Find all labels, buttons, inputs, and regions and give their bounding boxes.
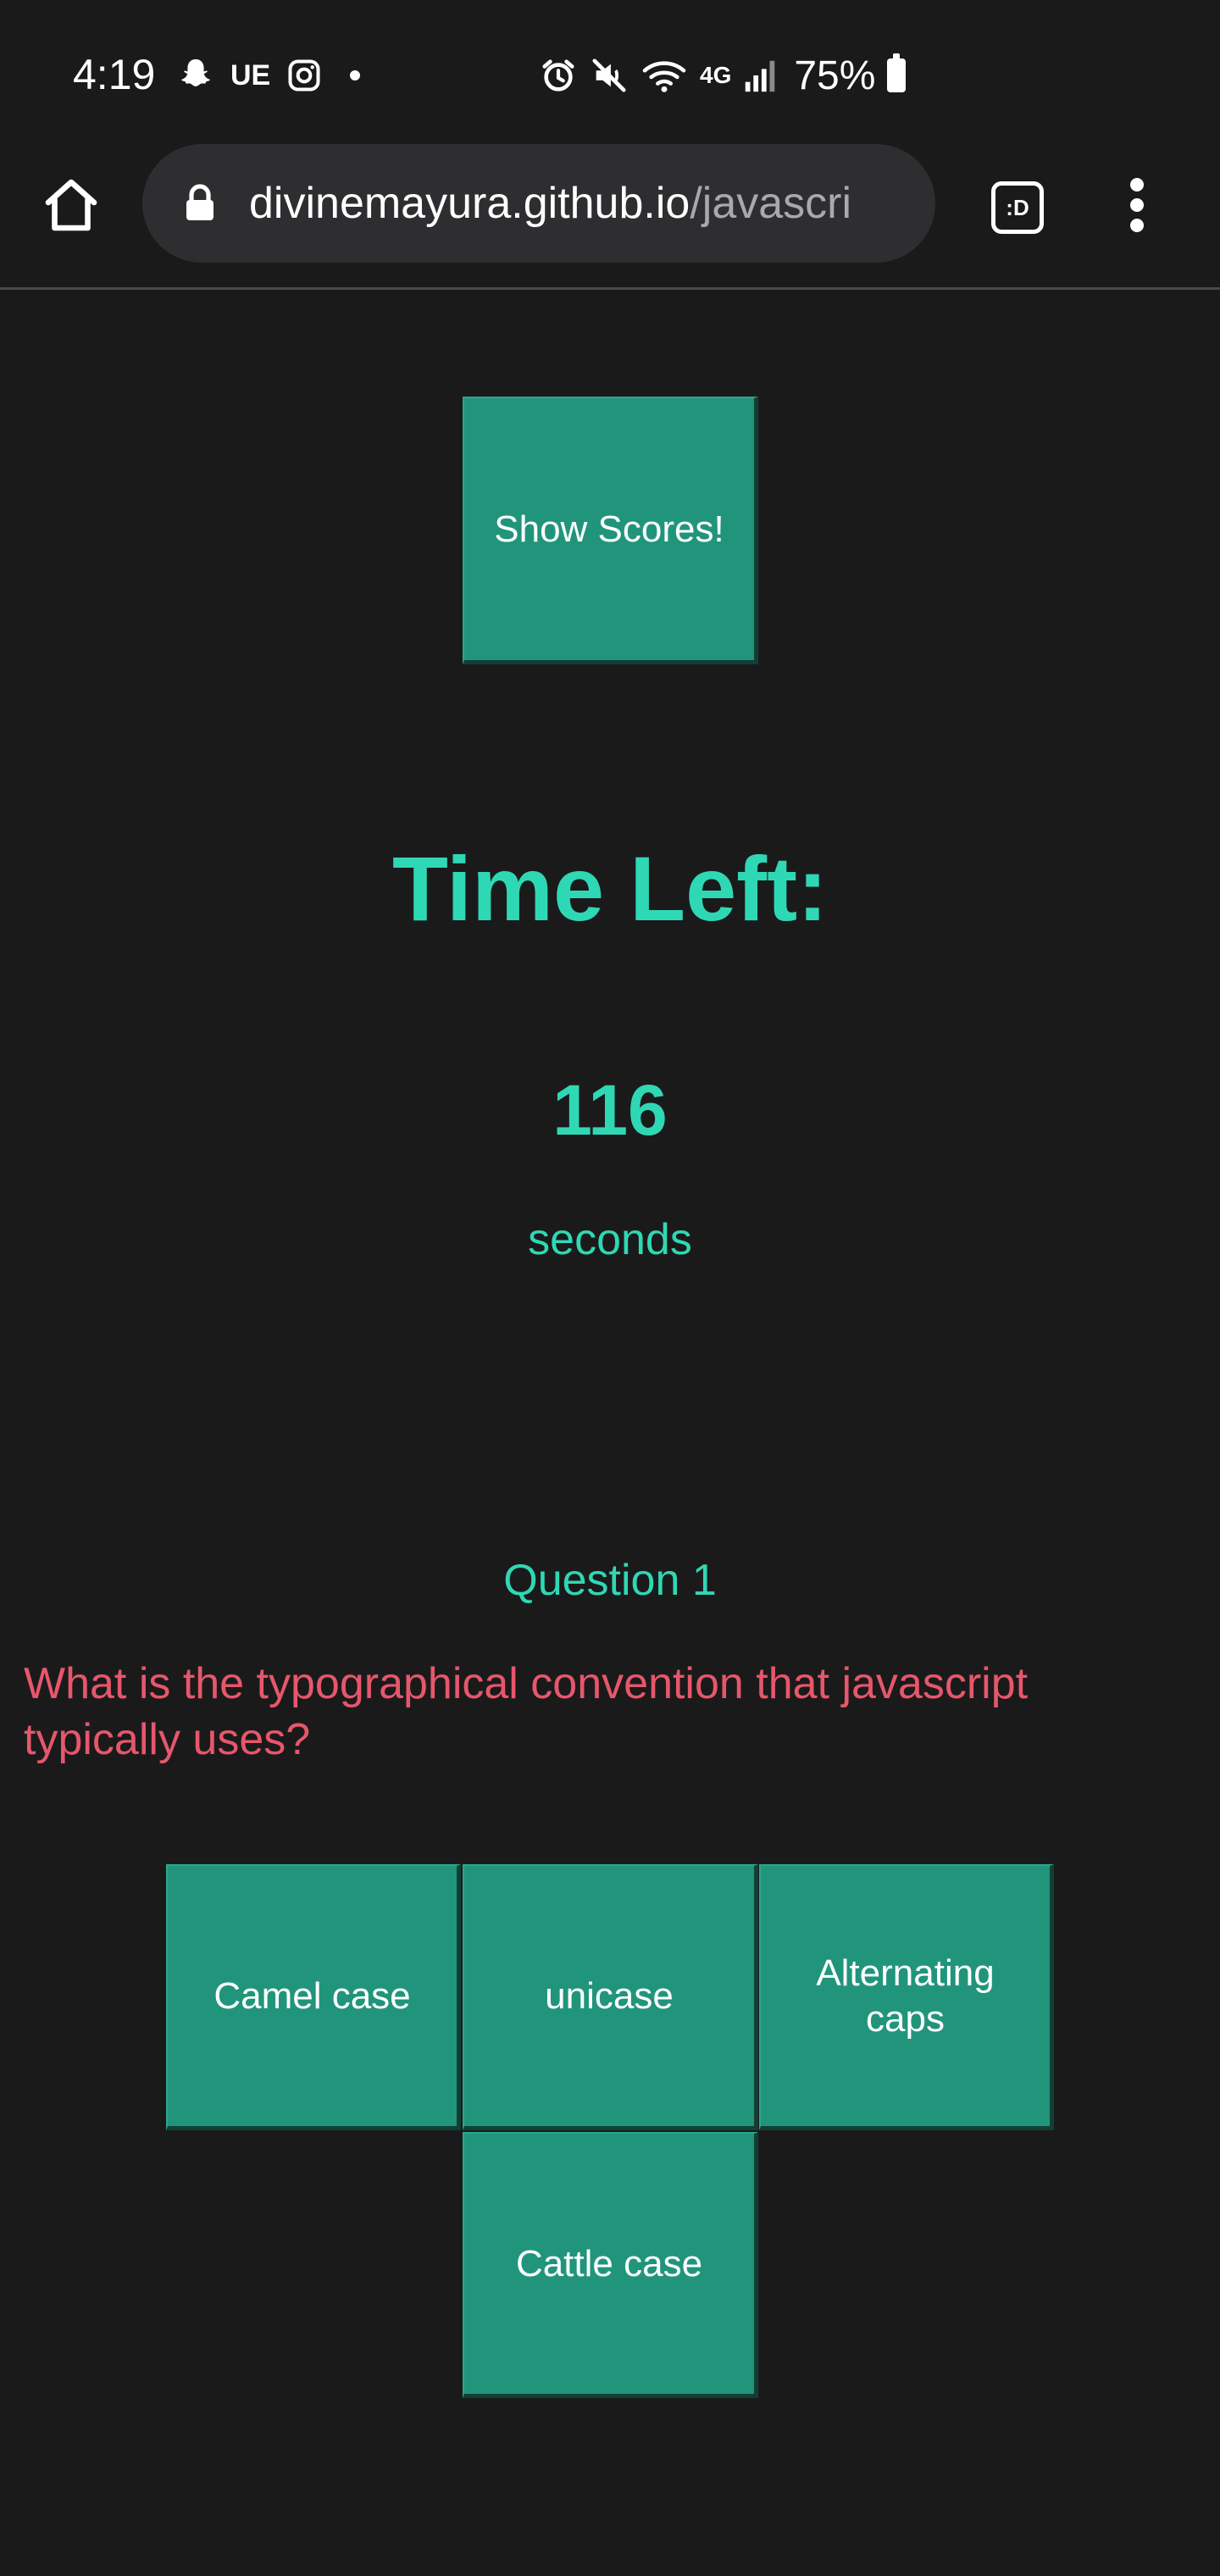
status-left-icons: UE — [176, 53, 361, 98]
battery-icon — [887, 53, 907, 92]
home-icon[interactable] — [41, 175, 102, 236]
time-unit: seconds — [528, 1215, 692, 1264]
question-number: Question 1 — [503, 1556, 717, 1605]
answer-button-unicase[interactable]: unicase — [463, 1864, 758, 2130]
answer-button-camel-case[interactable]: Camel case — [166, 1864, 461, 2130]
question-text: What is the typographical convention tha… — [24, 1659, 1029, 1764]
url-path: /javascri — [690, 179, 852, 228]
signal-icon — [746, 60, 775, 92]
url-host: divinemayura.github.io — [249, 179, 690, 228]
status-time: 4:19 — [73, 51, 156, 98]
ue-icon: UE — [230, 58, 271, 92]
4g-icon: 4G — [700, 62, 732, 88]
show-scores-button[interactable]: Show Scores! — [463, 397, 758, 664]
overflow-menu-icon[interactable] — [1118, 178, 1156, 237]
mute-icon — [592, 58, 626, 92]
snapchat-icon — [181, 58, 210, 86]
status-right-icons: 4G 75% — [539, 53, 907, 98]
alarm-icon — [542, 59, 574, 92]
wifi-icon — [642, 61, 686, 92]
notification-dot-icon — [350, 70, 361, 80]
url-text[interactable]: divinemayura.github.io/javascri — [249, 176, 918, 230]
lock-icon — [186, 184, 214, 220]
status-bar: 4:19 UE 4G 75% — [0, 0, 1220, 144]
instagram-icon — [288, 59, 320, 92]
answer-button-cattle-case[interactable]: Cattle case — [463, 2132, 758, 2398]
browser-toolbar: divinemayura.github.io/javascri :D — [0, 144, 1220, 290]
address-bar[interactable]: divinemayura.github.io/javascri — [142, 144, 935, 263]
battery-percent: 75% — [794, 53, 876, 98]
time-count: 116 — [552, 1070, 668, 1150]
answer-button-alternating-caps[interactable]: Alternating caps — [759, 1864, 1054, 2130]
time-left-title: Time Left: — [391, 837, 829, 940]
tab-switcher-button[interactable]: :D — [991, 181, 1044, 234]
